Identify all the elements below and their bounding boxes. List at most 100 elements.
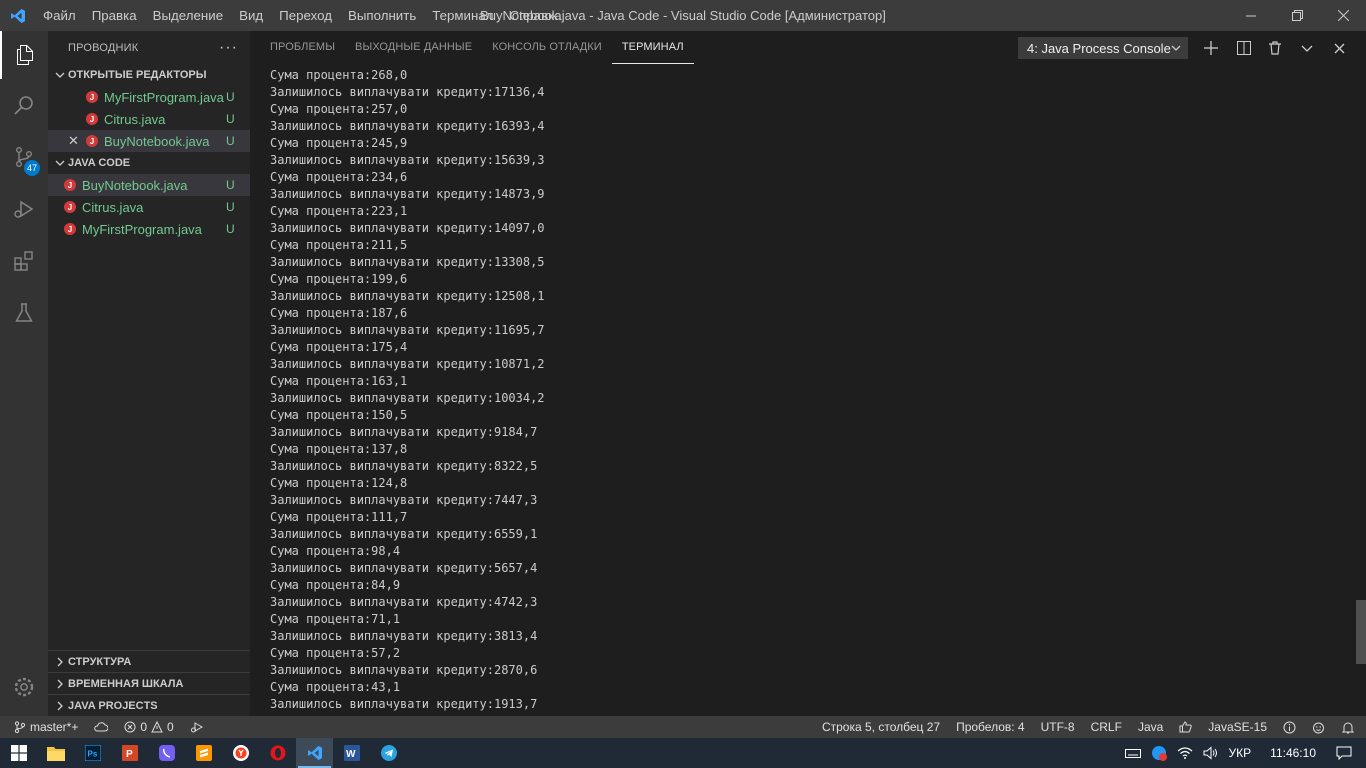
- files-icon: [17, 45, 33, 65]
- outline-section[interactable]: СТРУКТУРА: [48, 650, 250, 672]
- terminal-line: Сума процента:211,5: [270, 238, 408, 252]
- open-editor-item[interactable]: J Citrus.java U: [48, 108, 250, 130]
- terminal-line: Сума процента:124,8: [270, 476, 408, 490]
- close-editor-icon[interactable]: ✕: [68, 130, 79, 152]
- run-debug-activity[interactable]: [0, 185, 48, 233]
- tray-keyboard-icon[interactable]: [1120, 747, 1146, 759]
- tray-wifi-icon[interactable]: [1172, 746, 1198, 760]
- menu-run[interactable]: Выполнить: [340, 0, 424, 31]
- source-control-activity[interactable]: 47: [0, 133, 48, 181]
- timeline-section[interactable]: ВРЕМЕННАЯ ШКАЛА: [48, 672, 250, 694]
- encoding[interactable]: UTF-8: [1033, 716, 1083, 738]
- taskbar-yandex-browser[interactable]: [222, 738, 259, 768]
- branch-indicator[interactable]: master*+: [0, 716, 86, 738]
- manage-activity[interactable]: [0, 663, 48, 711]
- thumbs-up-icon[interactable]: [1171, 716, 1200, 738]
- taskbar-powerpoint[interactable]: P: [111, 738, 148, 768]
- taskbar-vscode[interactable]: [296, 738, 333, 768]
- open-editor-item-active[interactable]: ✕ J BuyNotebook.java U: [48, 130, 250, 152]
- taskbar-opera[interactable]: [259, 738, 296, 768]
- taskbar-word[interactable]: W: [333, 738, 370, 768]
- new-terminal-button[interactable]: [1200, 37, 1222, 59]
- start-button[interactable]: [0, 738, 37, 768]
- git-status: U: [226, 178, 235, 192]
- tree-file-item[interactable]: J BuyNotebook.java U: [48, 174, 250, 196]
- yandex-icon: [232, 745, 249, 761]
- terminal-select[interactable]: 4: Java Process Console: [1018, 37, 1188, 59]
- menu-selection[interactable]: Выделение: [145, 0, 231, 31]
- menu-file[interactable]: Файл: [35, 0, 84, 31]
- tree-file-item[interactable]: J Citrus.java U: [48, 196, 250, 218]
- tray-notifications-icon[interactable]: [1330, 746, 1366, 760]
- search-activity[interactable]: [0, 81, 48, 129]
- testing-activity[interactable]: [0, 289, 48, 337]
- close-window-button[interactable]: [1320, 0, 1366, 31]
- line-endings[interactable]: CRLF: [1083, 716, 1130, 738]
- menu-edit[interactable]: Правка: [84, 0, 145, 31]
- close-panel-button[interactable]: [1328, 37, 1350, 59]
- tree-file-item[interactable]: J MyFirstProgram.java U: [48, 218, 250, 240]
- panel-tabs: ПРОБЛЕМЫ ВЫХОДНЫЕ ДАННЫЕ КОНСОЛЬ ОТЛАДКИ…: [250, 31, 1366, 64]
- java-projects-section[interactable]: JAVA PROJECTS: [48, 694, 250, 716]
- terminal-line: Залишилось виплачувати кредиту:6559,1: [270, 527, 538, 541]
- close-icon: [1334, 43, 1344, 53]
- more-actions-icon[interactable]: ···: [219, 39, 238, 57]
- tab-terminal[interactable]: ТЕРМИНАЛ: [611, 31, 694, 64]
- minimize-button[interactable]: [1228, 0, 1274, 31]
- tray-vpn-icon[interactable]: [1146, 745, 1172, 761]
- feedback-icon[interactable]: [1304, 716, 1334, 738]
- terminal-output[interactable]: Сума процента:268,0 Залишилось виплачуват…: [270, 67, 1350, 715]
- open-editor-item[interactable]: J MyFirstProgram.java U: [48, 86, 250, 108]
- menu-help[interactable]: Справка: [501, 0, 569, 31]
- terminal-scrollbar[interactable]: [1356, 600, 1366, 664]
- taskbar-photoshop[interactable]: Ps: [74, 738, 111, 768]
- menu-terminal[interactable]: Терминал: [424, 0, 501, 31]
- minimize-icon: [1246, 15, 1256, 16]
- word-icon: W: [343, 745, 360, 761]
- sync-button[interactable]: [86, 716, 116, 738]
- tray-clock[interactable]: 11:46:10: [1256, 746, 1330, 760]
- problems-indicator[interactable]: 0 0: [116, 716, 181, 738]
- info-icon[interactable]: [1275, 716, 1304, 738]
- system-tray: УКР 11:46:10: [1120, 738, 1366, 768]
- status-bar: master*+ 0 0 Строка 5, столбец 27 Пробел…: [0, 716, 1366, 738]
- tray-language[interactable]: УКР: [1224, 746, 1257, 760]
- notifications-icon[interactable]: [1334, 716, 1366, 738]
- kill-terminal-button[interactable]: [1264, 37, 1286, 59]
- restore-button[interactable]: [1274, 0, 1320, 31]
- java-file-icon: J: [64, 201, 76, 213]
- maximize-panel-button[interactable]: [1296, 37, 1318, 59]
- terminal-line: Сума процента:57,2: [270, 646, 401, 660]
- extensions-activity[interactable]: [0, 237, 48, 285]
- split-terminal-button[interactable]: [1233, 37, 1255, 59]
- explorer-activity[interactable]: [0, 31, 48, 79]
- chevron-down-icon: [52, 158, 68, 168]
- menu-go[interactable]: Переход: [271, 0, 340, 31]
- tray-volume-icon[interactable]: [1198, 746, 1224, 760]
- java-file-icon: J: [64, 179, 76, 191]
- tab-debug-console[interactable]: КОНСОЛЬ ОТЛАДКИ: [482, 31, 612, 64]
- run-java-button[interactable]: [182, 716, 212, 738]
- folder-icon: [46, 747, 65, 761]
- error-count: 0: [140, 720, 148, 734]
- taskbar-telegram[interactable]: [370, 738, 407, 768]
- taskbar-file-explorer[interactable]: [37, 738, 74, 768]
- language-mode[interactable]: Java: [1130, 716, 1171, 738]
- scm-badge: 47: [24, 160, 41, 176]
- windows-taskbar: Ps P W УКР 11:46:10: [0, 738, 1366, 768]
- cursor-position[interactable]: Строка 5, столбец 27: [814, 716, 948, 738]
- terminal-line: Сума процента:84,9: [270, 578, 401, 592]
- open-editors-section[interactable]: ОТКРЫТЫЕ РЕДАКТОРЫ: [48, 64, 250, 86]
- workspace-section[interactable]: JAVA CODE: [48, 152, 250, 174]
- tab-problems[interactable]: ПРОБЛЕМЫ: [260, 31, 345, 64]
- menu-view[interactable]: Вид: [231, 0, 271, 31]
- java-runtime[interactable]: JavaSE-15: [1200, 716, 1275, 738]
- taskbar-sublime[interactable]: [185, 738, 222, 768]
- split-icon: [1237, 41, 1251, 55]
- terminal-line: Сума процента:199,6: [270, 272, 408, 286]
- indentation[interactable]: Пробелов: 4: [948, 716, 1033, 738]
- terminal-line: Залишилось виплачувати кредиту:3813,4: [270, 629, 538, 643]
- taskbar-viber[interactable]: [148, 738, 185, 768]
- tab-output[interactable]: ВЫХОДНЫЕ ДАННЫЕ: [345, 31, 482, 64]
- vscode-logo-icon[interactable]: [0, 0, 35, 31]
